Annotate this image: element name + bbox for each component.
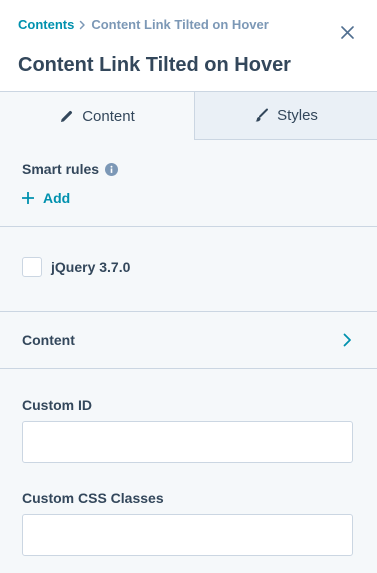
add-smart-rule-button[interactable]: Add — [22, 189, 70, 207]
breadcrumb-root-link[interactable]: Contents — [18, 17, 74, 33]
add-label: Add — [43, 190, 71, 206]
content-section-toggle[interactable]: Content — [0, 312, 377, 369]
content-section-label: Content — [22, 332, 75, 348]
chevron-right-icon — [341, 333, 353, 347]
smart-rules-label: Smart rules — [22, 161, 100, 177]
breadcrumb-current: Content Link Tilted on Hover — [91, 17, 269, 32]
custom-id-label: Custom ID — [22, 397, 92, 413]
info-icon[interactable] — [105, 162, 119, 176]
custom-css-group: Custom CSS Classes — [22, 489, 355, 556]
jquery-option[interactable]: jQuery 3.7.0 — [22, 257, 355, 277]
close-icon — [340, 25, 354, 39]
custom-id-group: Custom ID — [22, 396, 355, 463]
page-title: Content Link Tilted on Hover — [18, 54, 291, 76]
tab-content-label: Content — [82, 107, 135, 125]
chevron-right-icon — [79, 20, 86, 30]
custom-css-input[interactable] — [22, 514, 353, 556]
jquery-section: jQuery 3.7.0 — [0, 227, 377, 312]
panel-body: Smart rules Add jQuery 3.7.0 Content Cus… — [0, 140, 377, 573]
jquery-checkbox[interactable] — [22, 257, 42, 277]
attributes-section: Custom ID Custom CSS Classes — [0, 369, 377, 556]
smart-rules-heading: Smart rules — [22, 160, 355, 178]
plus-icon — [22, 192, 34, 204]
close-button[interactable] — [338, 23, 356, 41]
sidebar-panel: Contents Content Link Tilted on Hover Co… — [0, 0, 377, 573]
jquery-label: jQuery 3.7.0 — [51, 259, 131, 275]
tab-content[interactable]: Content — [0, 92, 195, 140]
tab-styles[interactable]: Styles — [195, 92, 377, 140]
smart-rules-section: Smart rules Add — [0, 140, 377, 227]
tab-styles-label: Styles — [277, 107, 318, 124]
tab-bar: Content Styles — [0, 91, 377, 140]
brush-icon — [254, 108, 269, 123]
custom-id-input[interactable] — [22, 421, 353, 463]
breadcrumb: Contents Content Link Tilted on Hover — [18, 17, 359, 33]
pencil-icon — [59, 109, 74, 124]
custom-css-label: Custom CSS Classes — [22, 490, 164, 506]
panel-header: Contents Content Link Tilted on Hover Co… — [0, 0, 377, 91]
